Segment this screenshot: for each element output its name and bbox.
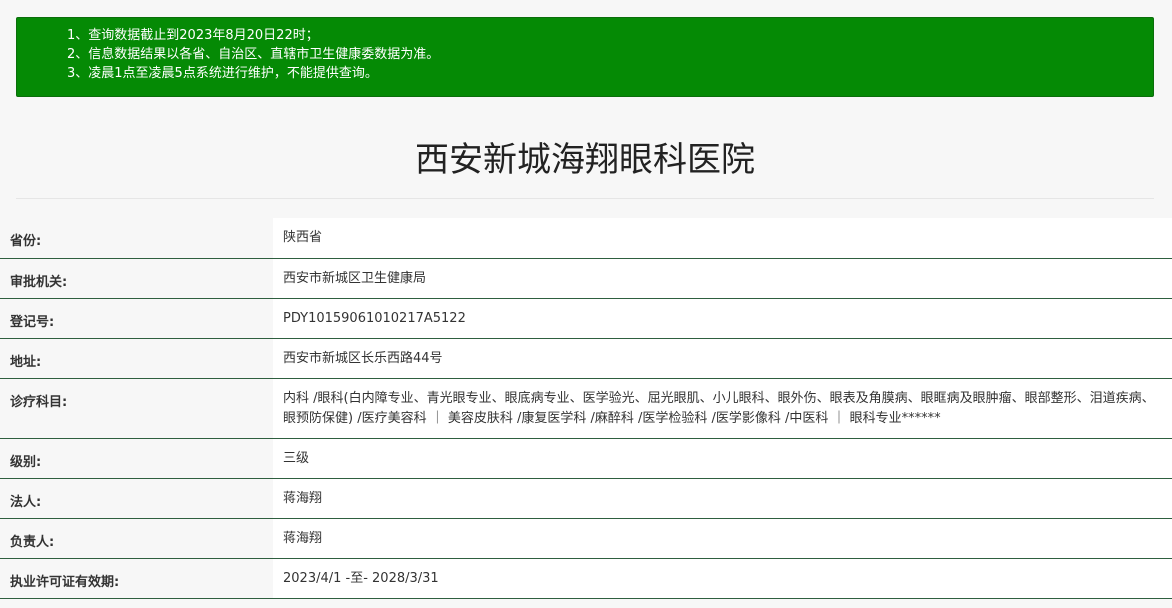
table-row: 级别: 三级: [0, 438, 1172, 479]
row-value: 陕西省: [273, 218, 1172, 259]
notice-line: 2、信息数据结果以各省、自治区、直辖市卫生健康委数据为准。: [67, 47, 440, 62]
notice-banner: 1、查询数据截止到2023年8月20日22时； 2、信息数据结果以各省、自治区、…: [16, 17, 1154, 97]
row-value: 西安市新城区卫生健康局: [273, 258, 1172, 299]
table-row: 审批机关: 西安市新城区卫生健康局: [0, 258, 1172, 299]
title-section: 西安新城海翔眼科医院: [16, 130, 1154, 199]
table-row: 执业许可证有效期: 2023/4/1 -至- 2028/3/31: [0, 558, 1172, 599]
table-row: 诊疗科目: 内科 /眼科(白内障专业、青光眼专业、眼底病专业、医学验光、屈光眼肌…: [0, 378, 1172, 439]
row-value: 三级: [273, 438, 1172, 479]
row-value: 西安市新城区长乐西路44号: [273, 338, 1172, 379]
table-row: 法人: 蒋海翔: [0, 478, 1172, 519]
table-row: 登记号: PDY10159061010217A5122: [0, 298, 1172, 339]
info-table: 省份: 陕西省 审批机关: 西安市新城区卫生健康局 登记号: PDY101590…: [0, 218, 1172, 599]
row-label: 登记号:: [0, 298, 273, 339]
row-label: 级别:: [0, 438, 273, 479]
row-label: 审批机关:: [0, 258, 273, 299]
row-label: 诊疗科目:: [0, 378, 273, 439]
page-title: 西安新城海翔眼科医院: [415, 140, 755, 180]
row-label: 负责人:: [0, 518, 273, 559]
table-row: 负责人: 蒋海翔: [0, 518, 1172, 559]
notice-line: 3、凌晨1点至凌晨5点系统进行维护，不能提供查询。: [67, 66, 378, 81]
row-label: 地址:: [0, 338, 273, 379]
row-label: 省份:: [0, 218, 273, 259]
row-value: PDY10159061010217A5122: [273, 298, 1172, 339]
row-value: 蒋海翔: [273, 478, 1172, 519]
row-label: 执业许可证有效期:: [0, 558, 273, 599]
row-value: 内科 /眼科(白内障专业、青光眼专业、眼底病专业、医学验光、屈光眼肌、小儿眼科、…: [273, 378, 1172, 439]
table-row: 地址: 西安市新城区长乐西路44号: [0, 338, 1172, 379]
row-value: 2023/4/1 -至- 2028/3/31: [273, 558, 1172, 599]
table-row: 省份: 陕西省: [0, 218, 1172, 259]
notice-line: 1、查询数据截止到2023年8月20日22时；: [67, 28, 319, 43]
row-label: 法人:: [0, 478, 273, 519]
row-value: 蒋海翔: [273, 518, 1172, 559]
